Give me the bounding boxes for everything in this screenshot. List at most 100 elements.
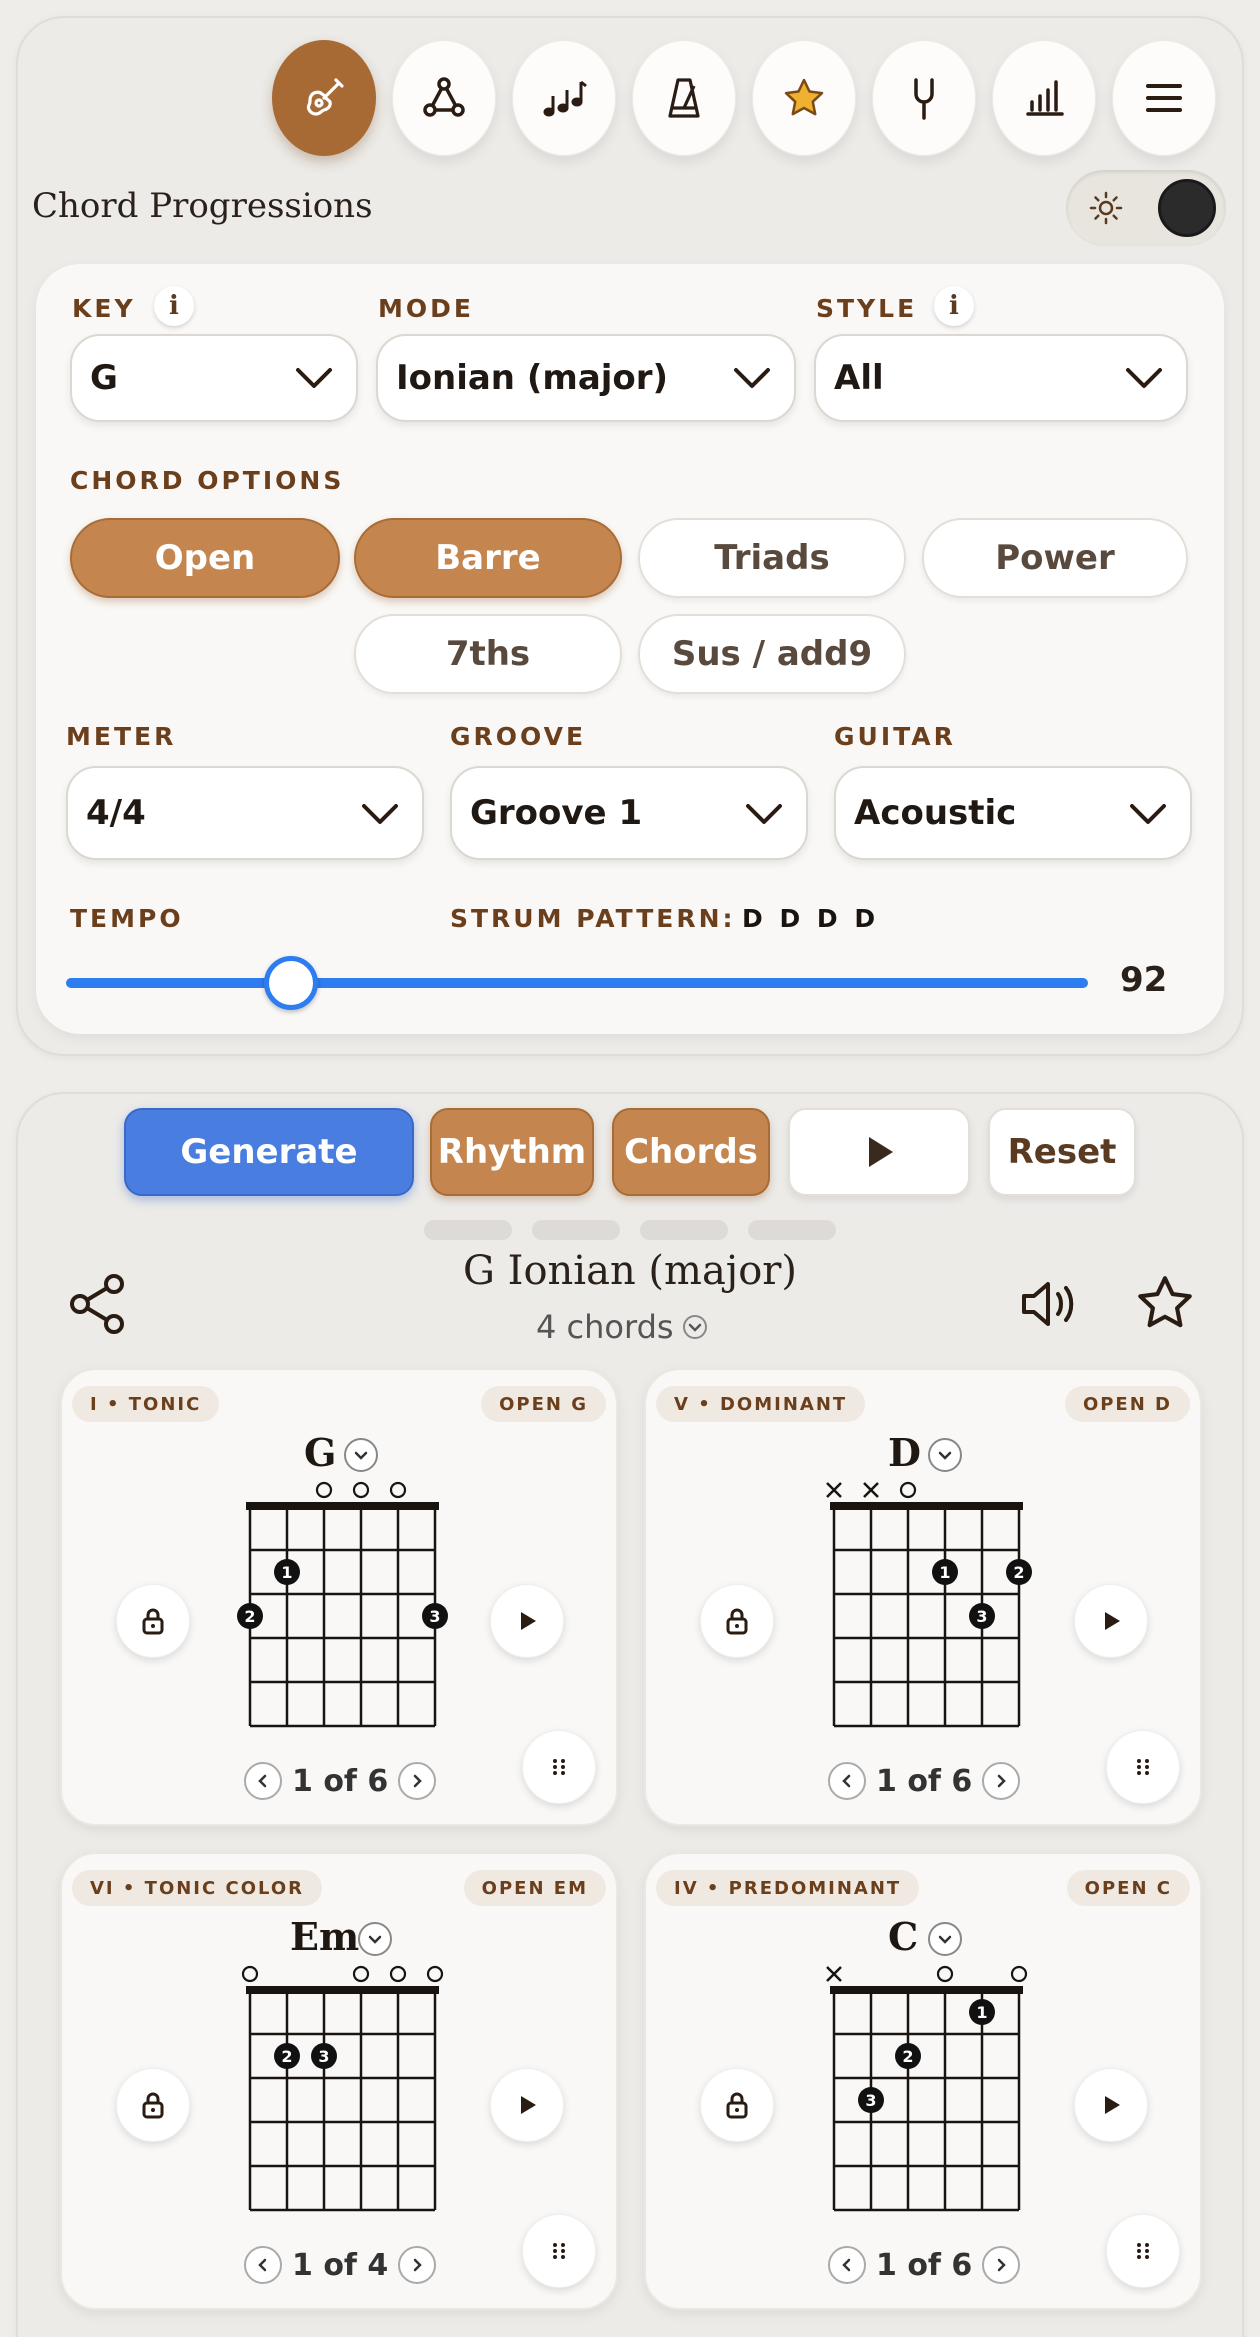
open-string-marker — [352, 1965, 370, 1983]
chevron-down-icon — [938, 1935, 952, 1944]
nut — [246, 1986, 439, 1994]
play-button[interactable] — [788, 1108, 970, 1196]
chord-diagram: 23 — [241, 1965, 444, 2212]
chord-variant-dropdown[interactable] — [928, 1922, 962, 1956]
volume-icon[interactable] — [1016, 1272, 1080, 1336]
drag-handle-button[interactable] — [1106, 1730, 1180, 1804]
muted-string-marker — [863, 1482, 879, 1498]
prev-voicing-button[interactable] — [244, 2246, 282, 2284]
theme-toggle[interactable] — [1066, 170, 1226, 246]
tempo-slider-track[interactable] — [66, 978, 1088, 988]
chord-voicing-badge: OPEN EM — [463, 1870, 606, 1906]
next-voicing-button[interactable] — [398, 2246, 437, 2284]
groove-select[interactable]: Groove 1 — [450, 766, 808, 860]
generate-button[interactable]: Generate — [124, 1108, 414, 1196]
guitar-select[interactable]: Acoustic — [834, 766, 1192, 860]
open-string-marker — [936, 1965, 954, 1983]
nav-chords-button[interactable] — [272, 40, 376, 156]
nav-menu-button[interactable] — [1112, 40, 1216, 156]
chord-variant-dropdown[interactable] — [928, 1438, 962, 1472]
drag-handle-button[interactable] — [1106, 2214, 1180, 2288]
grip-dots-icon — [1137, 2243, 1149, 2259]
finger-dot: 3 — [422, 1603, 448, 1629]
nav-stats-button[interactable] — [992, 40, 1096, 156]
reset-button[interactable]: Reset — [988, 1108, 1136, 1196]
play-chord-button[interactable] — [1074, 2068, 1148, 2142]
drag-handle-button[interactable] — [522, 1730, 596, 1804]
chord-function-badge: IV • PREDOMINANT — [656, 1870, 920, 1906]
page-title: Chord Progressions — [32, 186, 373, 226]
prev-voicing-button[interactable] — [244, 1762, 282, 1800]
svg-text:2: 2 — [281, 2047, 292, 2066]
tempo-slider-thumb[interactable] — [263, 956, 318, 1010]
chip-triads[interactable]: Triads — [638, 518, 906, 598]
triangle-nodes-icon — [423, 77, 465, 117]
style-info-icon[interactable]: i — [934, 286, 974, 326]
key-info-icon[interactable]: i — [154, 286, 194, 326]
chord-variant-dropdown[interactable] — [344, 1438, 378, 1472]
chip-sus-add9[interactable]: Sus / add9 — [638, 614, 906, 694]
chevron-down-icon — [938, 1451, 952, 1460]
svg-text:1: 1 — [976, 2003, 987, 2022]
nav-tuner-button[interactable] — [872, 40, 976, 156]
chord-card[interactable]: V • DOMINANT OPEN D D 1 2 3 1 of 6 — [644, 1368, 1202, 1826]
finger-dot: 1 — [274, 1559, 300, 1585]
chip-barre[interactable]: Barre — [354, 518, 622, 598]
chord-card[interactable]: IV • PREDOMINANT OPEN C C 1 2 3 1 of 6 — [644, 1852, 1202, 2310]
next-voicing-button[interactable] — [982, 1762, 1021, 1800]
chip-power[interactable]: Power — [922, 518, 1188, 598]
lock-chord-button[interactable] — [116, 1584, 190, 1658]
lock-chord-button[interactable] — [116, 2068, 190, 2142]
voicing-index: 1 of 6 — [876, 2247, 973, 2283]
chord-name: C — [888, 1914, 919, 1959]
style-select[interactable]: All — [814, 334, 1188, 422]
nav-circle-button[interactable] — [392, 40, 496, 156]
mode-select[interactable]: Ionian (major) — [376, 334, 796, 422]
favorite-star-icon[interactable] — [1132, 1270, 1198, 1336]
prev-voicing-button[interactable] — [828, 2246, 866, 2284]
voicing-index: 1 of 6 — [876, 1763, 973, 1799]
chord-card[interactable]: VI • TONIC COLOR OPEN EM Em 2 3 1 of 4 — [60, 1852, 618, 2310]
chord-card[interactable]: I • TONIC OPEN G G 2 1 3 1 of 6 — [60, 1368, 618, 1826]
lock-icon — [142, 2092, 164, 2119]
chevron-left-icon — [258, 2258, 267, 2272]
key-value: G — [90, 358, 118, 398]
chord-count: 4 chords — [536, 1308, 674, 1346]
key-select[interactable]: G — [70, 334, 358, 422]
chevron-down-icon — [368, 1935, 382, 1944]
play-chord-button[interactable] — [490, 2068, 564, 2142]
chevron-down-icon — [682, 1315, 707, 1339]
lock-chord-button[interactable] — [700, 1584, 774, 1658]
chip-7ths[interactable]: 7ths — [354, 614, 622, 694]
chevron-right-icon — [998, 2258, 1007, 2272]
play-chord-button[interactable] — [1074, 1584, 1148, 1658]
voicing-index: 1 of 6 — [292, 1763, 389, 1799]
chord-function-badge: V • DOMINANT — [656, 1386, 866, 1422]
groove-label: GROOVE — [450, 722, 587, 751]
chevron-down-icon — [734, 368, 770, 388]
chord-count-dropdown[interactable]: 4 chords — [536, 1308, 708, 1346]
chevron-right-icon — [414, 1774, 423, 1788]
meter-select[interactable]: 4/4 — [66, 766, 424, 860]
drag-handle-button[interactable] — [522, 2214, 596, 2288]
next-voicing-button[interactable] — [982, 2246, 1021, 2284]
rhythm-button[interactable]: Rhythm — [430, 1108, 594, 1196]
nav-favorites-button[interactable] — [752, 40, 856, 156]
next-voicing-button[interactable] — [398, 1762, 437, 1800]
nav-notes-button[interactable] — [512, 40, 616, 156]
chord-variant-dropdown[interactable] — [358, 1922, 392, 1956]
lock-chord-button[interactable] — [700, 2068, 774, 2142]
play-chord-button[interactable] — [490, 1584, 564, 1658]
chord-diagram: 1 2 3 — [826, 1965, 1028, 2212]
mode-value: Ionian (major) — [396, 358, 669, 398]
chip-open[interactable]: Open — [70, 518, 340, 598]
prev-voicing-button[interactable] — [828, 1762, 866, 1800]
finger-dot: 2 — [895, 2043, 921, 2069]
meter-label: METER — [66, 722, 177, 751]
tuning-fork-icon — [914, 78, 934, 120]
chevron-down-icon — [362, 804, 398, 824]
chords-button[interactable]: Chords — [612, 1108, 770, 1196]
guitar-value: Acoustic — [854, 793, 1017, 833]
chevron-left-icon — [842, 2258, 851, 2272]
nav-metronome-button[interactable] — [632, 40, 736, 156]
